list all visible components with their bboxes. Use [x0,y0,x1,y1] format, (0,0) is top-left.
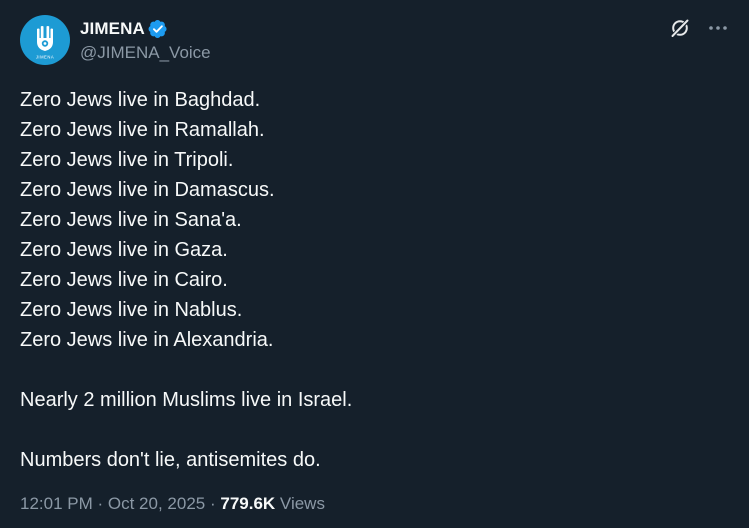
meta-separator: · [97,494,108,513]
author-handle[interactable]: @JIMENA_Voice [80,43,211,63]
tweet-text: Zero Jews live in Baghdad. Zero Jews liv… [20,85,720,475]
tweet-time[interactable]: 12:01 PM [20,494,93,513]
author-names: JIMENA @JIMENA_Voice [80,17,211,63]
more-options-icon[interactable] [707,17,729,39]
tweet-line: Zero Jews live in Gaza. [20,239,228,261]
tweet-line: Zero Jews live in Alexandria. [20,329,274,351]
views-count[interactable]: 779.6K [220,494,275,513]
tweet-line: Zero Jews live in Cairo. [20,269,228,291]
avatar-wordmark: JIMENA [36,55,54,60]
tweet-line: Zero Jews live in Baghdad. [20,89,261,111]
tweet-card: JIMENA JIMENA @JIMENA_Voice Zero Jews li… [0,0,749,528]
tweet-top-actions [669,17,729,39]
views-label: Views [279,494,325,513]
tweet-line: Zero Jews live in Ramallah. [20,119,265,141]
tweet-paragraph: Nearly 2 million Muslims live in Israel. [20,389,353,411]
tweet-date[interactable]: Oct 20, 2025 [108,494,205,513]
hamsa-logo-icon: JIMENA [36,26,54,60]
meta-separator: · [209,494,221,513]
tweet-line: Zero Jews live in Sana'a. [20,209,242,231]
tweet-header: JIMENA JIMENA @JIMENA_Voice [20,15,211,65]
tweet-paragraph: Numbers don't lie, antisemites do. [20,449,321,471]
tweet-line: Zero Jews live in Tripoli. [20,149,234,171]
tweet-line: Zero Jews live in Damascus. [20,179,275,201]
author-display-name[interactable]: JIMENA [80,19,145,39]
grok-icon[interactable] [669,17,691,39]
name-row: JIMENA [80,17,211,41]
avatar[interactable]: JIMENA [20,15,70,65]
tweet-line: Zero Jews live in Nablus. [20,299,243,321]
verified-badge-icon[interactable] [148,19,168,39]
tweet-meta: 12:01 PM · Oct 20, 2025 · 779.6K Views [20,494,325,514]
